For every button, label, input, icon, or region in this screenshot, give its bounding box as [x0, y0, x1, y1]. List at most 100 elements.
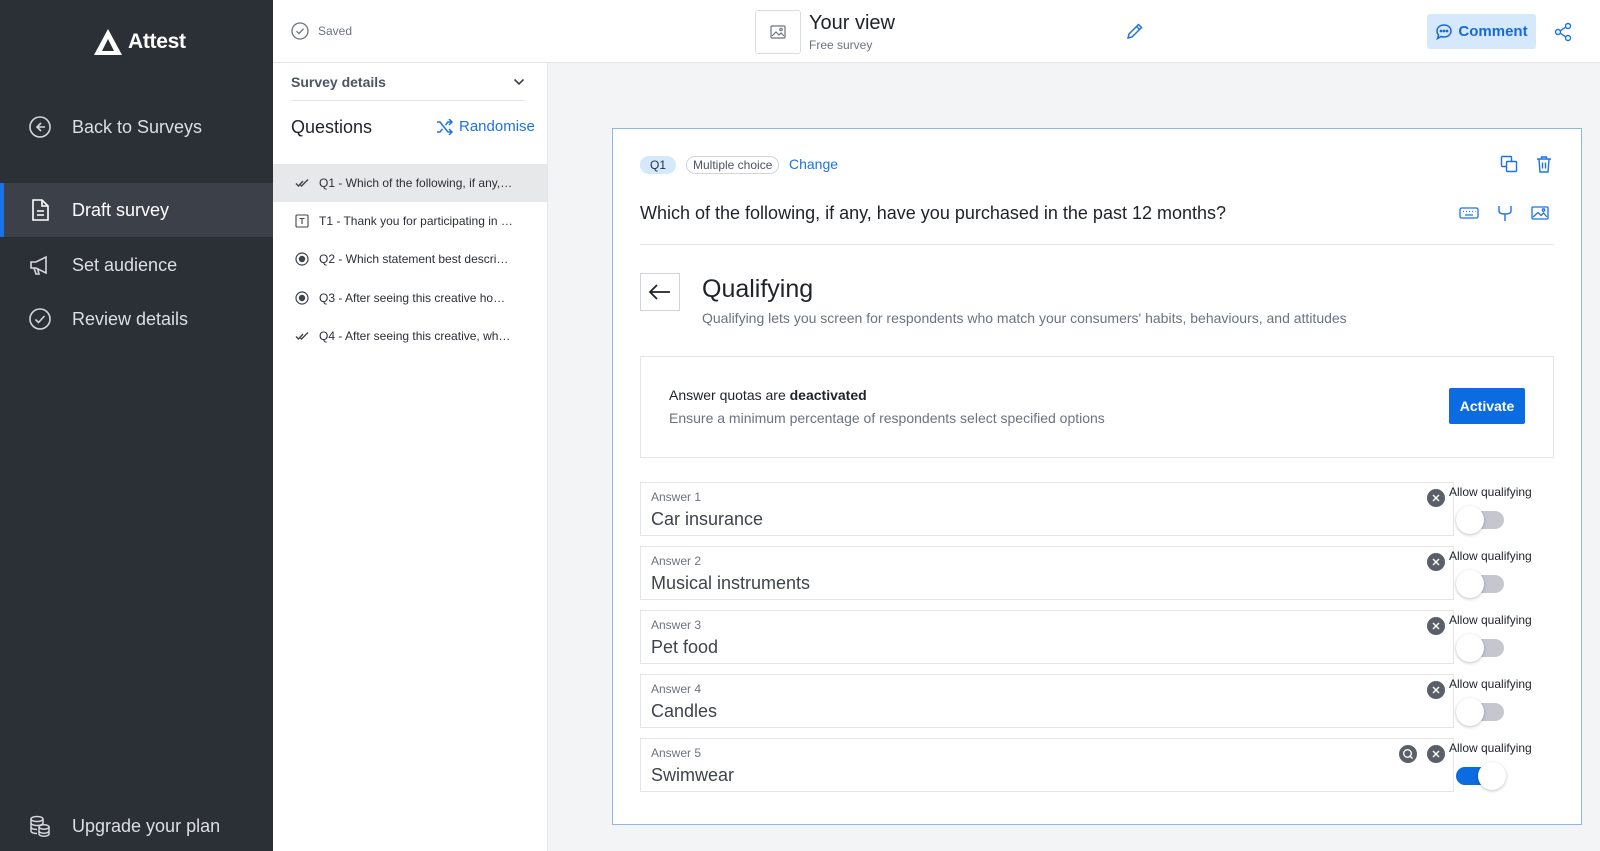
view-title: Your view — [809, 12, 895, 34]
quota-description: Ensure a minimum percentage of responden… — [669, 410, 1105, 426]
nav-review-label: Review details — [72, 308, 189, 329]
remove-answer-icon[interactable] — [1427, 745, 1445, 763]
document-icon — [27, 197, 53, 223]
questions-panel: Survey details Questions Randomise Q1 - … — [273, 63, 548, 851]
back-arrow-button[interactable] — [640, 273, 680, 311]
nav-draft-survey[interactable]: Draft survey — [0, 183, 273, 237]
question-list-item-q3[interactable]: Q3 - After seeing this creative how like… — [273, 279, 547, 317]
question-list-item-q1[interactable]: Q1 - Which of the following, if any, hav… — [273, 164, 547, 202]
question-list-item-q4[interactable]: Q4 - After seeing this creative, what do… — [273, 317, 547, 355]
nav-upgrade-label: Upgrade your plan — [72, 815, 221, 836]
answer-input[interactable] — [651, 573, 1351, 594]
answer-label: Answer 5 — [651, 746, 702, 760]
nav-review-details[interactable]: Review details — [0, 292, 273, 346]
question-list-label: T1 - Thank you for participating in this… — [319, 214, 513, 228]
qualifying-badge-icon[interactable] — [1399, 745, 1417, 763]
answer-input[interactable] — [651, 509, 1351, 530]
quota-status: Answer quotas are deactivated — [669, 387, 867, 403]
text-icon — [295, 214, 309, 228]
answer-field-5[interactable]: Answer 5 — [640, 738, 1454, 792]
quota-status-prefix: Answer quotas are — [669, 387, 790, 403]
chevron-down-icon — [513, 78, 525, 85]
qualifying-title: Qualifying — [702, 275, 814, 303]
nav-back-to-surveys[interactable]: Back to Surveys — [0, 100, 273, 154]
qualifying-description: Qualifying lets you screen for responden… — [702, 310, 1347, 326]
remove-answer-icon[interactable] — [1427, 617, 1445, 635]
answer-label: Answer 1 — [651, 490, 702, 504]
saved-status: Saved — [291, 22, 352, 40]
allow-qualifying-label: Allow qualifying — [1449, 613, 1532, 627]
top-bar: Saved Your view Free survey Comment — [273, 0, 1600, 63]
allow-qualifying-toggle[interactable] — [1456, 570, 1504, 598]
remove-answer-icon[interactable] — [1427, 553, 1445, 571]
answer-input[interactable] — [651, 765, 1351, 786]
left-navigation: Attest Back to Surveys Draft survey Set … — [0, 0, 273, 851]
arrow-left-circle-icon — [27, 114, 53, 140]
comment-button[interactable]: Comment — [1427, 14, 1536, 49]
radio-icon — [295, 291, 309, 305]
answer-label: Answer 4 — [651, 682, 702, 696]
randomise-label: Randomise — [459, 118, 535, 135]
question-list-item-t1[interactable]: T1 - Thank you for participating in this… — [273, 202, 547, 240]
allow-qualifying-toggle[interactable] — [1456, 762, 1506, 790]
trash-icon[interactable] — [1536, 155, 1552, 173]
question-list-label: Q4 - After seeing this creative, what do… — [319, 329, 513, 343]
question-text[interactable]: Which of the following, if any, have you… — [640, 203, 1226, 224]
answer-field-4[interactable]: Answer 4 — [640, 674, 1454, 728]
question-list-item-q2[interactable]: Q2 - Which statement best describes you? — [273, 240, 547, 278]
toggle-knob — [1456, 634, 1484, 662]
survey-details-dropdown[interactable]: Survey details — [291, 63, 525, 101]
coins-stack-icon — [27, 813, 53, 839]
view-subtitle: Free survey — [809, 38, 873, 52]
change-type-link[interactable]: Change — [789, 156, 838, 172]
view-thumbnail[interactable] — [755, 10, 801, 54]
allow-qualifying-label: Allow qualifying — [1449, 485, 1532, 499]
attest-logo-icon — [94, 29, 122, 55]
answer-input[interactable] — [651, 637, 1351, 658]
megaphone-icon — [27, 252, 53, 278]
remove-answer-icon[interactable] — [1427, 681, 1445, 699]
double-check-icon — [295, 176, 309, 190]
add-image-icon[interactable] — [1531, 206, 1549, 220]
allow-qualifying-label: Allow qualifying — [1449, 549, 1532, 563]
randomise-button[interactable]: Randomise — [436, 118, 535, 135]
nav-draft-label: Draft survey — [72, 199, 170, 220]
question-number-tag: Q1 — [640, 156, 677, 174]
comment-label: Comment — [1458, 23, 1528, 40]
activate-button[interactable]: Activate — [1449, 388, 1525, 424]
routing-icon[interactable] — [1497, 204, 1513, 222]
toggle-knob — [1456, 506, 1484, 534]
toggle-knob — [1456, 698, 1484, 726]
radio-icon — [295, 252, 309, 266]
question-card: Q1 Multiple choice Change Which of the f… — [612, 128, 1582, 825]
duplicate-icon[interactable] — [1500, 155, 1518, 173]
allow-qualifying-label: Allow qualifying — [1449, 741, 1532, 755]
answer-label: Answer 2 — [651, 554, 702, 568]
nav-set-audience[interactable]: Set audience — [0, 238, 273, 292]
attest-logo[interactable]: Attest — [94, 27, 186, 57]
question-list-label: Q2 - Which statement best describes you? — [319, 252, 513, 266]
answer-field-1[interactable]: Answer 1 — [640, 482, 1454, 536]
remove-answer-icon[interactable] — [1427, 489, 1445, 507]
toggle-knob — [1478, 762, 1506, 790]
saved-label: Saved — [318, 24, 353, 38]
answer-field-2[interactable]: Answer 2 — [640, 546, 1454, 600]
quota-status-value: deactivated — [789, 387, 867, 403]
question-divider — [640, 244, 1554, 245]
answer-input[interactable] — [651, 701, 1351, 722]
comment-icon — [1436, 23, 1453, 40]
share-icon[interactable] — [1554, 22, 1572, 42]
double-check-icon — [295, 329, 309, 343]
arrow-left-icon — [648, 284, 670, 300]
answer-field-3[interactable]: Answer 3 — [640, 610, 1454, 664]
survey-details-label: Survey details — [291, 73, 386, 90]
edit-title-pencil-icon[interactable] — [1126, 22, 1144, 40]
allow-qualifying-toggle[interactable] — [1456, 634, 1504, 662]
keyboard-icon[interactable] — [1459, 206, 1479, 220]
question-list-label: Q3 - After seeing this creative how like… — [319, 291, 513, 305]
allow-qualifying-toggle[interactable] — [1456, 698, 1504, 726]
brand-name: Attest — [128, 30, 186, 53]
allow-qualifying-label: Allow qualifying — [1449, 677, 1532, 691]
allow-qualifying-toggle[interactable] — [1456, 506, 1504, 534]
nav-upgrade-plan[interactable]: Upgrade your plan — [0, 799, 273, 851]
